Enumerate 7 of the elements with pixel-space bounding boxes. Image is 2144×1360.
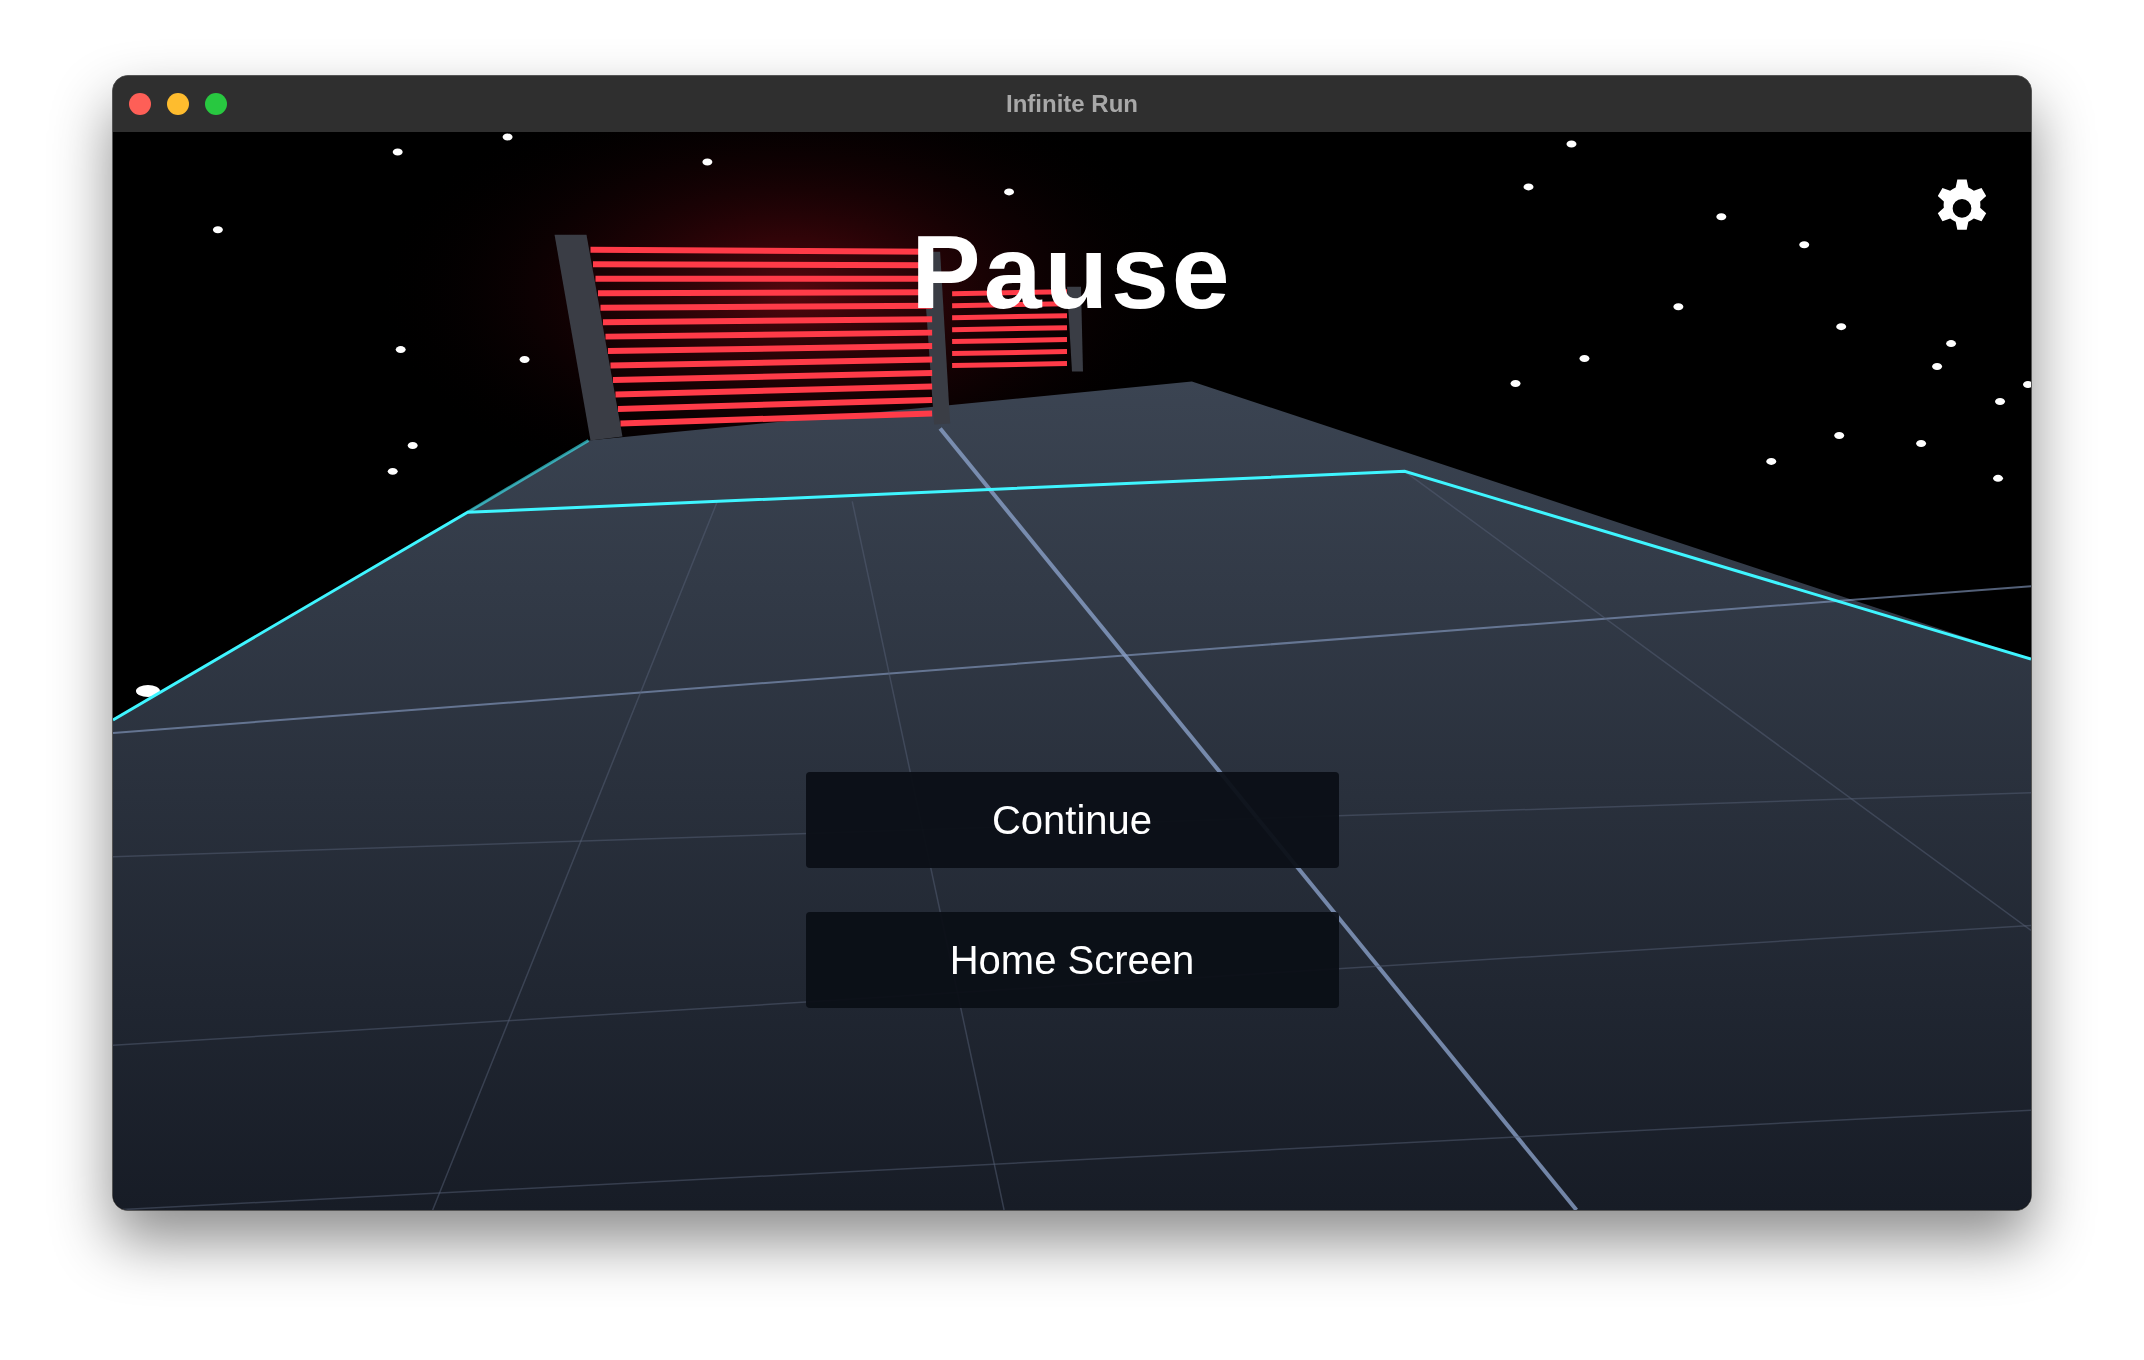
close-button[interactable] [129, 93, 151, 115]
menu-button[interactable]: Continue [805, 772, 1339, 868]
zoom-button[interactable] [205, 93, 227, 115]
pause-heading: Pause [911, 220, 1233, 324]
menu-button[interactable]: Home Screen [805, 912, 1339, 1008]
window-title: Infinite Run [1006, 89, 1138, 119]
minimize-button[interactable] [167, 93, 189, 115]
